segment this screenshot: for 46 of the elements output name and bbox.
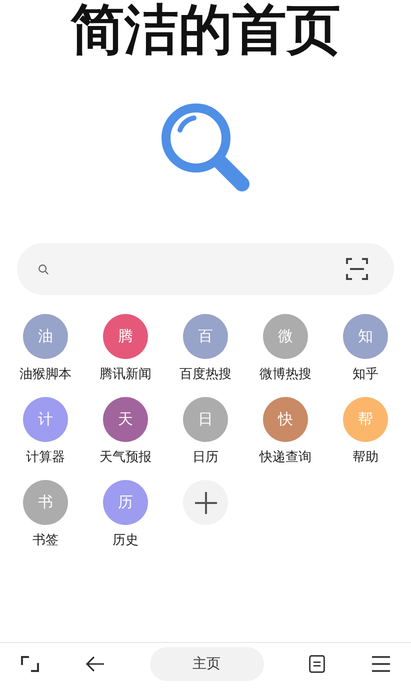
shortcut-icon: 腾 (103, 314, 148, 359)
search-icon (38, 264, 49, 274)
shortcut-icon: 百 (183, 314, 228, 359)
shortcut-tile[interactable]: 天 天气预报 (86, 397, 166, 466)
shortcut-label: 微博热搜 (260, 367, 312, 383)
shortcut-label: 帮助 (352, 450, 378, 466)
shortcut-label: 快递查询 (260, 450, 312, 466)
shortcut-icon: 知 (343, 314, 388, 359)
shortcut-icon: 历 (103, 480, 148, 525)
shortcut-icon: 油 (23, 314, 68, 359)
fullscreen-icon[interactable] (20, 654, 40, 674)
shortcut-tile[interactable]: 百 百度热搜 (166, 314, 246, 383)
shortcut-label: 书签 (32, 533, 58, 549)
shortcut-icon: 微 (263, 314, 308, 359)
page-title: 简洁的首页 (70, 0, 340, 60)
shortcut-label: 天气预报 (100, 450, 152, 466)
shortcut-tile[interactable]: 历 历史 (86, 480, 166, 549)
scan-icon[interactable] (346, 258, 368, 280)
shortcut-tile[interactable]: 腾 腾讯新闻 (86, 314, 166, 383)
shortcut-tile[interactable]: 日 日历 (166, 397, 246, 466)
home-button[interactable]: 主页 (150, 646, 264, 680)
shortcut-label: 历史 (112, 533, 138, 549)
shortcut-tile[interactable]: 计 计算器 (6, 397, 86, 466)
shortcut-label: 日历 (192, 450, 218, 466)
shortcut-tile[interactable]: 油 油猴脚本 (6, 314, 86, 383)
shortcut-label: 腾讯新闻 (100, 367, 152, 383)
shortcut-label: 计算器 (26, 450, 65, 466)
shortcut-tile[interactable]: 微 微博热搜 (246, 314, 326, 383)
shortcut-icon: 日 (183, 397, 228, 442)
tabs-icon[interactable] (308, 654, 326, 672)
shortcut-icon: 计 (23, 397, 68, 442)
shortcut-tile[interactable]: 帮 帮助 (326, 397, 406, 466)
plus-icon (194, 490, 218, 514)
shortcut-icon: 快 (263, 397, 308, 442)
shortcut-icon: 帮 (343, 397, 388, 442)
menu-icon[interactable] (371, 654, 391, 674)
shortcut-label: 油猴脚本 (20, 367, 72, 383)
shortcut-tile[interactable]: 书 书签 (6, 480, 86, 549)
shortcut-label: 百度热搜 (180, 367, 232, 383)
back-arrow-icon[interactable] (84, 654, 105, 674)
shortcut-label: 知乎 (352, 367, 378, 383)
shortcut-icon: 书 (23, 480, 68, 525)
shortcut-tile[interactable]: 知 知乎 (326, 314, 406, 383)
add-shortcut-button[interactable] (183, 480, 228, 525)
shortcut-tile[interactable]: 快 快递查询 (246, 397, 326, 466)
shortcut-icon: 天 (103, 397, 148, 442)
